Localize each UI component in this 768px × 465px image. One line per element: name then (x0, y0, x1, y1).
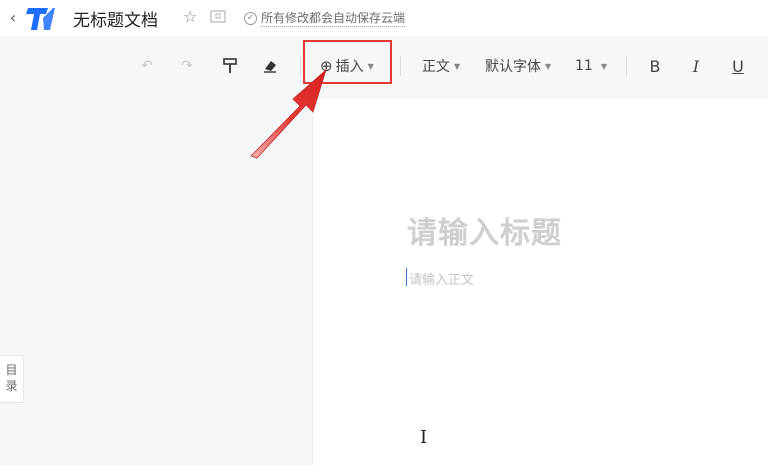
font-family-select[interactable]: 默认字体 ▼ (485, 56, 551, 76)
text-cursor (406, 268, 407, 286)
undo-icon[interactable]: ↶ (138, 56, 156, 76)
caret-down-icon: ▼ (600, 61, 607, 71)
toolbar-divider (300, 56, 301, 76)
chevron-left-icon[interactable]: ‹ (7, 8, 19, 27)
check-circle-icon: ✓ (244, 11, 257, 25)
underline-button[interactable]: U (730, 56, 746, 76)
ibeam-cursor-icon: I (420, 427, 428, 448)
redo-icon[interactable]: ↷ (178, 56, 196, 76)
font-size-label: 11 (575, 58, 593, 74)
font-size-select[interactable]: 11 ▼ (575, 56, 607, 76)
bold-button[interactable]: B (647, 56, 663, 76)
title-bar: ‹ 无标题文档 ☆ ✓ 所有修改都会自动保存云端 (0, 0, 768, 36)
paragraph-style-select[interactable]: 正文 ▼ (422, 56, 460, 76)
folder-icon[interactable] (210, 9, 226, 23)
save-status: ✓ 所有修改都会自动保存云端 (244, 9, 406, 27)
caret-down-icon: ▼ (454, 61, 461, 71)
paragraph-style-label: 正文 (422, 59, 450, 75)
document-title[interactable]: 无标题文档 (73, 6, 158, 31)
title-placeholder[interactable]: 请输入标题 (407, 208, 562, 252)
toc-toggle[interactable]: 目 录 (0, 355, 24, 403)
toolbar-divider (626, 56, 627, 76)
star-icon[interactable]: ☆ (183, 7, 197, 26)
insert-highlight-box (303, 40, 392, 84)
toc-label-top: 目 (5, 363, 18, 377)
eraser-icon[interactable] (262, 58, 278, 74)
tencent-docs-logo[interactable] (26, 4, 56, 32)
toc-label-bottom: 录 (5, 379, 18, 393)
caret-down-icon: ▼ (545, 61, 552, 71)
italic-button[interactable]: I (688, 56, 704, 76)
body-placeholder[interactable]: 请输入正文 (409, 269, 474, 288)
toolbar-divider (400, 56, 401, 76)
save-status-text: 所有修改都会自动保存云端 (261, 11, 406, 27)
document-page[interactable]: 请输入标题 请输入正文 (313, 98, 768, 465)
font-family-label: 默认字体 (485, 59, 541, 75)
format-painter-icon[interactable] (222, 58, 238, 74)
